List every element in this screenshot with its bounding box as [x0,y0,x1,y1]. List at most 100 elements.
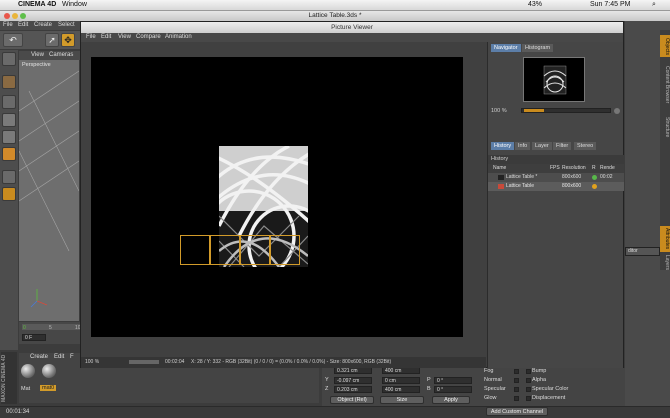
coord-pos-z[interactable]: 0.203 cm [334,386,372,393]
pv-menu-file[interactable]: File [86,34,96,40]
enable-axis-icon[interactable] [2,170,16,184]
app-menu[interactable]: CINEMA 4D [18,1,56,8]
viewport-grid [19,70,79,308]
pv-zoom[interactable]: 100 % [85,359,99,365]
menu-file[interactable]: File [3,22,13,28]
points-mode-icon[interactable] [2,113,16,127]
pv-menu-edit[interactable]: Edit [101,34,111,40]
coord-pos-x[interactable]: 0.321 cm [334,367,372,374]
move-icon[interactable]: ✥ [61,33,75,47]
main-toolbar: ↶ ➚ ✥ [0,31,90,49]
col-r[interactable]: R [592,164,596,173]
search-icon[interactable]: ⌕ [652,1,656,9]
snap-icon[interactable] [2,187,16,201]
navigator-zoom-slider[interactable] [521,108,611,113]
zoom-icon[interactable] [20,13,26,19]
texture-mode-icon[interactable] [2,75,16,89]
pv-menu-compare[interactable]: Compare [136,34,161,40]
channel-alpha-label: Alpha [532,377,547,383]
tab-stereo[interactable]: Stereo [574,142,597,150]
tab-navigator[interactable]: Navigator [491,44,521,52]
channel-bump-checkbox[interactable] [526,369,531,374]
viewport-menu-view[interactable]: View [31,52,44,58]
mat-menu-f[interactable]: F [70,354,74,360]
coord-size-y[interactable]: 0 cm [382,377,420,384]
navigator-zoom-icon[interactable] [614,108,620,114]
window-menu[interactable]: Window [62,1,87,8]
tab-attributes[interactable]: Attributes [660,226,670,252]
material-preview-mat[interactable] [21,364,35,378]
pv-menu-view[interactable]: View [118,34,131,40]
tab-history[interactable]: History [491,142,515,150]
minimize-icon[interactable] [12,13,18,19]
history-row[interactable]: Lattice Table * 800x600 00:02 [488,173,624,182]
edges-mode-icon[interactable] [2,130,16,144]
tab-info[interactable]: Info [515,142,531,150]
channel-glow-checkbox[interactable] [514,396,519,401]
channel-bump-label: Bump [532,368,547,374]
channel-normal-checkbox[interactable] [514,378,519,383]
coord-size-x[interactable]: 400 cm [382,367,420,374]
col-render[interactable]: Rende [600,164,615,173]
add-custom-channel-button[interactable]: Add Custom Channel [486,407,548,416]
menu-select[interactable]: Select [58,22,75,28]
tab-structure[interactable]: Structure [660,112,670,142]
c4d-menu-bar: File Edit Create Select [0,21,90,30]
tab-layer[interactable]: Layer [532,142,552,150]
viewport-menu-cameras[interactable]: Cameras [49,52,73,58]
timeline[interactable]: 0 5 10 0 F [19,322,89,344]
current-frame-field[interactable]: 0 F [22,334,46,341]
tab-histogram[interactable]: Histogram [522,44,554,52]
coord-rot-b[interactable]: 0 ° [434,386,472,393]
apply-button[interactable]: Apply [432,396,470,404]
history-row-name: Lattice Table [506,183,534,189]
tab-layers[interactable]: Layers [660,254,670,272]
maxon-logo: MAXON CINEMA 4D [1,352,17,404]
object-mode-dropdown[interactable]: Object (Rel) [330,396,374,404]
close-icon[interactable] [4,13,10,19]
mat-menu-edit[interactable]: Edit [54,354,64,360]
perspective-viewport[interactable] [19,51,79,321]
left-tool-strip [0,50,18,350]
coord-rot-p[interactable]: 0 ° [434,377,472,384]
history-row[interactable]: Lattice Table 800x600 [488,182,624,191]
editor-button[interactable]: ditor [625,247,660,256]
channel-specular-color-checkbox[interactable] [526,387,531,392]
channel-specular-checkbox[interactable] [514,387,519,392]
clock[interactable]: Sun 7:45 PM [590,1,630,8]
battery-percent[interactable]: 43% [528,1,542,8]
navigator-zoom-handle[interactable] [524,109,544,112]
render-canvas[interactable] [91,57,463,337]
material-channels: Fog Normal Specular Glow Bump Alpha Spec… [482,368,625,406]
pv-menu-animation[interactable]: Animation [165,34,192,40]
menu-create[interactable]: Create [34,22,52,28]
viewport-menu: View Cameras [19,51,89,60]
polygons-mode-icon[interactable] [2,147,16,161]
tab-content-browser[interactable]: Content Browser [660,60,670,110]
menu-edit[interactable]: Edit [18,22,28,28]
tab-objects[interactable]: Objects [660,35,670,57]
picture-viewer-menu: File Edit View Compare Animation [81,33,623,42]
channel-displacement-checkbox[interactable] [526,396,531,401]
channel-fog-checkbox[interactable] [514,369,519,374]
undo-icon[interactable]: ↶ [3,33,23,47]
navigator-thumbnail[interactable] [523,57,585,102]
col-name[interactable]: Name [493,164,506,173]
col-fps[interactable]: FPS [550,164,560,173]
channel-alpha-checkbox[interactable] [526,378,531,383]
size-mode-dropdown[interactable]: Size [380,396,424,404]
workplane-icon[interactable] [2,95,16,109]
navigator-zoom-value[interactable]: 100 % [491,108,507,114]
material-preview-mat0[interactable] [42,364,56,378]
model-mode-icon[interactable] [2,52,16,66]
timeline-tick-0: 0 [23,325,26,331]
pv-zoom-slider[interactable] [129,360,159,364]
material-label-mat0[interactable]: mat0 [40,385,57,391]
mat-menu-create[interactable]: Create [30,354,48,360]
coord-pos-y[interactable]: -0.097 cm [334,377,372,384]
col-resolution[interactable]: Resolution [562,164,586,173]
select-arrow-icon[interactable]: ➚ [45,33,59,47]
history-status-dot [592,175,597,180]
coord-size-z[interactable]: 400 cm [382,386,420,393]
tab-filter[interactable]: Filter [553,142,572,150]
